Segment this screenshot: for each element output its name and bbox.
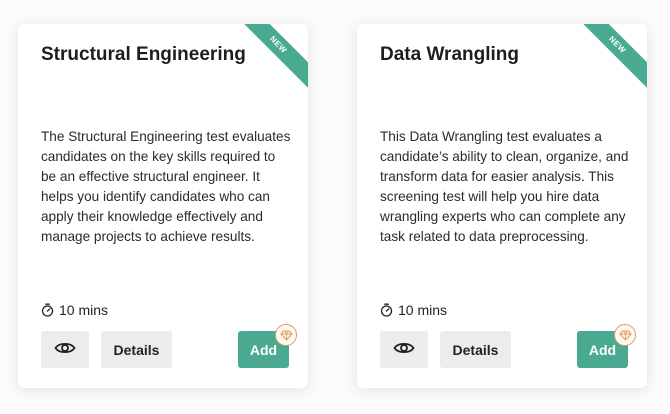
test-duration: 10 mins [380, 302, 447, 318]
eye-icon [393, 341, 415, 358]
test-card: NEW Data Wrangling This Data Wrangling t… [357, 24, 647, 388]
diamond-icon [614, 324, 636, 346]
eye-icon [54, 341, 76, 358]
test-library-page: NEW Structural Engineering The Structura… [0, 0, 670, 414]
timer-icon [41, 303, 54, 317]
test-description: The Structural Engineering test evaluate… [41, 129, 291, 244]
test-duration: 10 mins [41, 302, 108, 318]
duration-label: 10 mins [59, 302, 109, 318]
details-button[interactable]: Details [101, 331, 172, 368]
timer-icon [380, 303, 393, 317]
diamond-icon [275, 324, 297, 346]
duration-label: 10 mins [398, 302, 448, 318]
test-title: Data Wrangling [380, 44, 519, 65]
new-ribbon: NEW [568, 24, 647, 94]
test-description: This Data Wrangling test evaluates a can… [380, 129, 629, 244]
test-title: Structural Engineering [41, 44, 246, 65]
details-button[interactable]: Details [440, 331, 511, 368]
preview-button[interactable] [41, 331, 89, 368]
preview-button[interactable] [380, 331, 428, 368]
test-card: NEW Structural Engineering The Structura… [18, 24, 308, 388]
